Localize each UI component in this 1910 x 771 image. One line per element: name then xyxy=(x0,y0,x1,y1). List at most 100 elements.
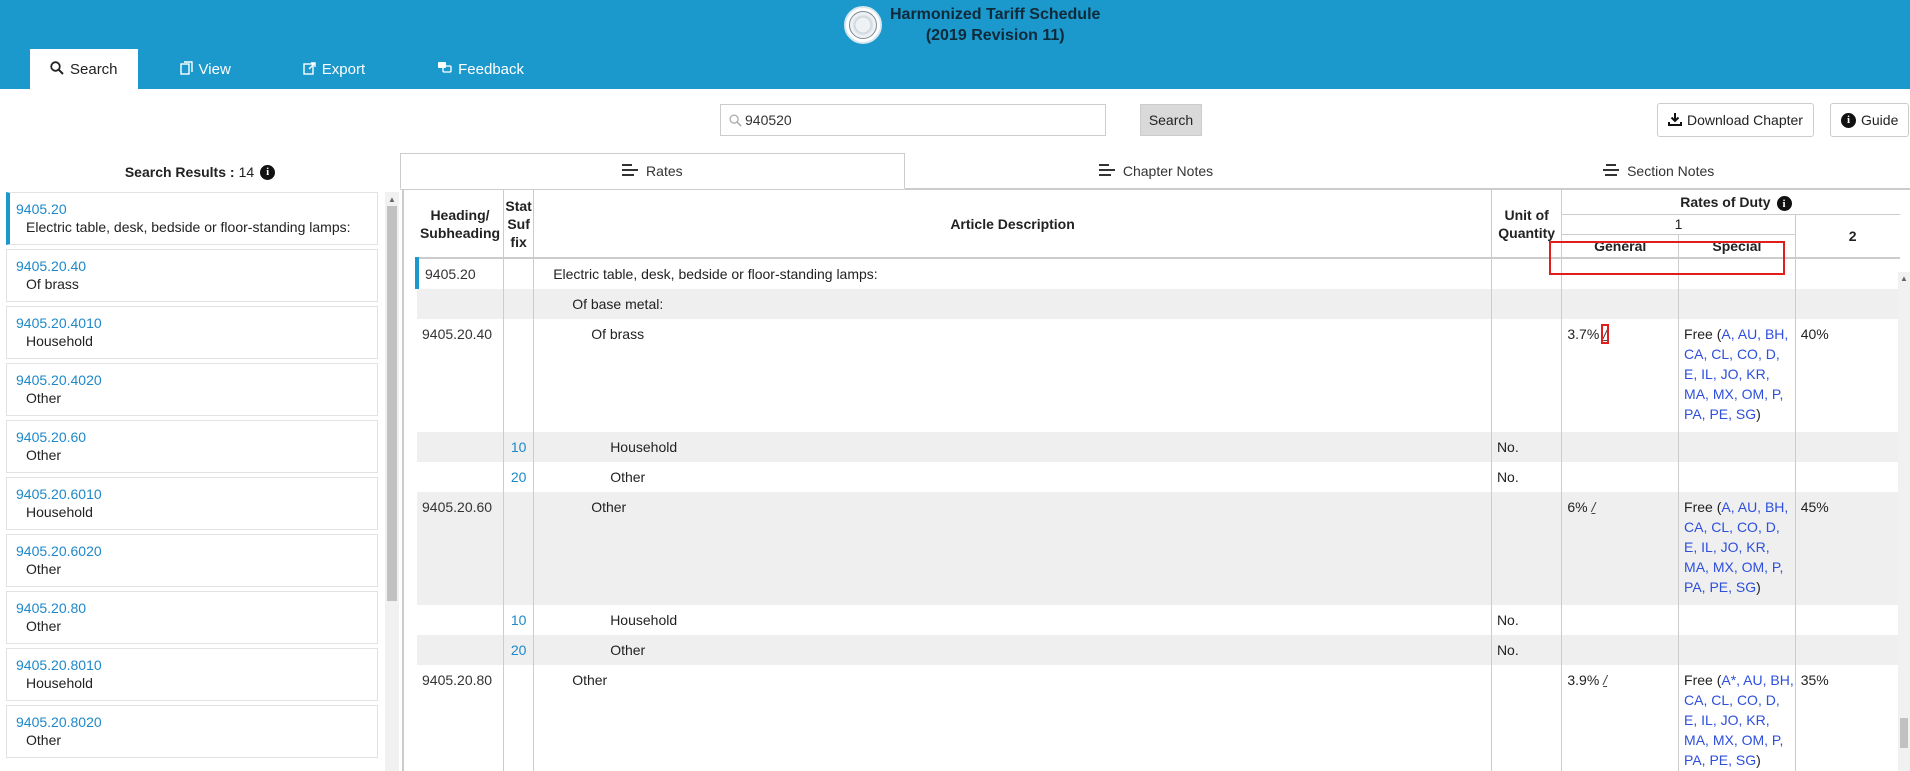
row-special: Free (A, AU, BH, CA, CL, CO, D, E, IL, J… xyxy=(1678,492,1796,605)
footnote-link[interactable]: / xyxy=(1603,672,1607,688)
result-item[interactable]: 9405.20.4010 Household xyxy=(6,306,378,359)
table-row: 20 Other No. xyxy=(417,462,1900,492)
result-item[interactable]: 9405.20.80 Other xyxy=(6,591,378,644)
row-col2 xyxy=(1795,605,1900,635)
table-row: 20 Other No. xyxy=(417,635,1900,665)
result-desc: Household xyxy=(26,504,93,520)
table-row: 9405.20 Electric table, desk, bedside or… xyxy=(415,258,1900,289)
results-heading: Search Results : xyxy=(124,164,235,180)
result-desc: Other xyxy=(26,618,62,634)
row-special xyxy=(1678,258,1796,289)
main-nav: Search View Export Feedback xyxy=(30,49,576,89)
result-code: 9405.20.4010 xyxy=(16,315,102,331)
row-desc: Household xyxy=(533,432,1492,462)
scroll-up-arrow-icon[interactable]: ▲ xyxy=(388,195,396,204)
result-code: 9405.20.4020 xyxy=(16,372,102,388)
col-special: Special xyxy=(1678,233,1796,259)
special-prefix: Free ( xyxy=(1684,672,1722,688)
result-item[interactable]: 9405.20.6020 Other xyxy=(6,534,378,587)
row-general xyxy=(1561,605,1680,635)
row-special xyxy=(1678,635,1796,665)
tab-chapter-notes[interactable]: Chapter Notes xyxy=(904,153,1408,189)
result-item[interactable]: 9405.20.4020 Other xyxy=(6,363,378,416)
row-special xyxy=(1678,462,1796,492)
tab-section-notes[interactable]: Section Notes xyxy=(1407,153,1910,189)
row-code xyxy=(417,289,505,319)
row-unit xyxy=(1491,289,1563,319)
result-code: 9405.20.6010 xyxy=(16,486,102,502)
guide-button[interactable]: i Guide xyxy=(1830,103,1910,137)
result-code: 9405.20.80 xyxy=(16,600,87,616)
row-unit xyxy=(1491,665,1563,771)
table-row: 10 Household No. xyxy=(417,432,1900,462)
results-scrollbar[interactable]: ▲ xyxy=(385,192,399,771)
search-field[interactable] xyxy=(720,104,1106,136)
row-stat[interactable]: 20 xyxy=(503,462,535,492)
row-stat[interactable]: 10 xyxy=(503,432,535,462)
result-item[interactable]: 9405.20 Electric table, desk, bedside or … xyxy=(6,192,378,245)
table-scrollbar-thumb[interactable] xyxy=(1900,718,1908,748)
col-general: General xyxy=(1561,233,1680,259)
row-unit xyxy=(1491,492,1563,605)
align-center-icon xyxy=(1603,163,1620,179)
footnote-link[interactable]: / xyxy=(1591,499,1595,515)
row-general xyxy=(1561,462,1680,492)
result-desc: Household xyxy=(26,675,93,691)
result-item[interactable]: 9405.20.40 Of brass xyxy=(6,249,378,302)
feedback-icon xyxy=(437,61,452,77)
row-stat xyxy=(503,289,535,319)
row-code xyxy=(417,462,505,492)
row-col2 xyxy=(1795,258,1900,289)
general-rate: 3.9% xyxy=(1567,672,1600,688)
info-icon[interactable]: i xyxy=(260,164,276,180)
search-results-header: Search Results : 14 i xyxy=(0,154,400,190)
nav-tab-feedback[interactable]: Feedback xyxy=(417,49,544,89)
row-stat[interactable]: 10 xyxy=(503,605,535,635)
row-unit: No. xyxy=(1491,635,1563,665)
row-unit: No. xyxy=(1491,432,1563,462)
col-article-description: Article Description xyxy=(533,190,1492,259)
download-chapter-button[interactable]: Download Chapter xyxy=(1657,103,1814,137)
result-item[interactable]: 9405.20.60 Other xyxy=(6,420,378,473)
row-stat[interactable]: 20 xyxy=(503,635,535,665)
row-code xyxy=(417,432,505,462)
content-tabs: Rates Chapter Notes Section Notes xyxy=(400,153,1910,190)
nav-tab-label: Feedback xyxy=(458,60,525,78)
row-general xyxy=(1561,258,1680,289)
align-left-icon xyxy=(1098,163,1115,179)
nav-tab-export[interactable]: Export xyxy=(283,49,385,89)
info-icon[interactable]: i xyxy=(1776,196,1792,211)
result-item[interactable]: 9405.20.8020 Other xyxy=(6,705,378,758)
search-input[interactable] xyxy=(745,106,1105,134)
row-unit xyxy=(1491,258,1563,289)
result-item[interactable]: 9405.20.6010 Household xyxy=(6,477,378,530)
nav-tab-label: View xyxy=(198,60,231,78)
guide-label: Guide xyxy=(1861,112,1899,128)
row-special: Free (A, AU, BH, CA, CL, CO, D, E, IL, J… xyxy=(1678,319,1796,432)
scroll-up-arrow-icon[interactable]: ▲ xyxy=(1900,274,1908,283)
special-suffix: ) xyxy=(1756,406,1761,422)
row-general: 6% / xyxy=(1561,492,1680,605)
row-unit: No. xyxy=(1491,605,1563,635)
col-unit-of-quantity: Unit of Quantity xyxy=(1491,190,1563,259)
result-item[interactable]: 9405.20.8010 Household xyxy=(6,648,378,701)
row-stat xyxy=(503,319,535,432)
row-col2: 35% xyxy=(1795,665,1900,771)
footnote-link[interactable]: / xyxy=(1601,324,1610,344)
nav-tab-view[interactable]: View xyxy=(160,49,251,89)
row-desc: Household xyxy=(533,605,1492,635)
table-row: 10 Household No. xyxy=(417,605,1900,635)
app-header: Harmonized Tariff Schedule (2019 Revisio… xyxy=(0,0,1910,89)
search-icon xyxy=(50,60,64,78)
result-code: 9405.20.6020 xyxy=(16,543,102,559)
export-icon xyxy=(303,61,316,78)
row-code xyxy=(417,635,505,665)
table-scrollbar[interactable]: ▲ xyxy=(1898,272,1910,771)
results-scrollbar-thumb[interactable] xyxy=(387,206,397,601)
search-button[interactable]: Search xyxy=(1140,104,1202,136)
tab-label: Chapter Notes xyxy=(1122,162,1214,179)
nav-tab-search[interactable]: Search xyxy=(30,49,138,89)
special-prefix: Free ( xyxy=(1684,326,1722,342)
col-stat-suffix: Stat Suf fix xyxy=(503,190,535,259)
tab-rates[interactable]: Rates xyxy=(400,153,905,189)
